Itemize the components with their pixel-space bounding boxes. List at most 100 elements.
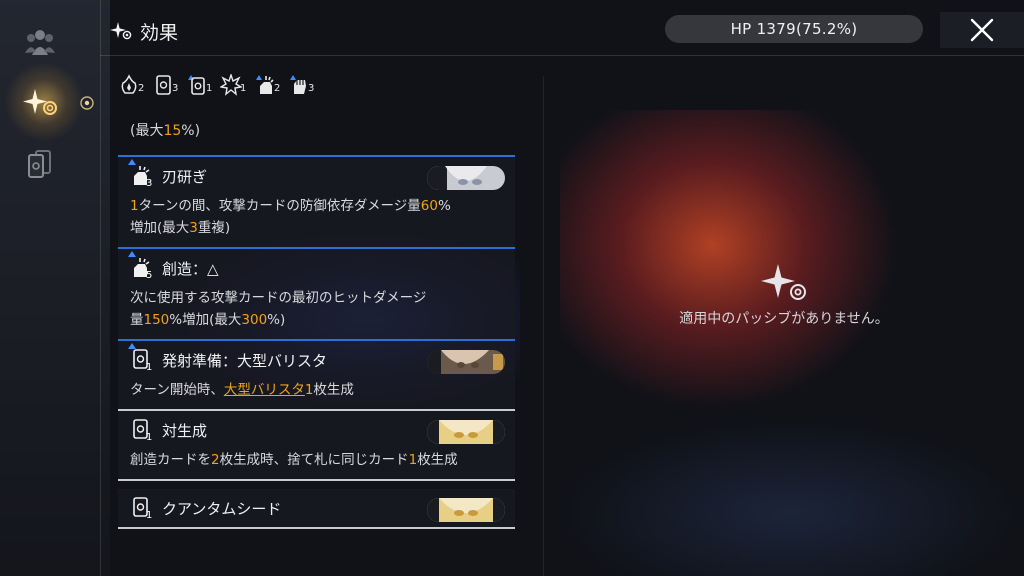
- character-portrait: [427, 350, 505, 374]
- effect-sparkle-icon: [110, 22, 132, 40]
- party-icon: [25, 30, 55, 55]
- card-header: 3 刃研ぎ: [118, 157, 515, 195]
- card-level: 3: [146, 178, 153, 189]
- summary-item[interactable]: 1: [220, 73, 250, 97]
- summary-count: 1: [240, 83, 247, 94]
- rail-divider: [100, 0, 101, 576]
- effect-card[interactable]: 1 対生成 創造カードを2枚生成時、捨て札に同じカード1枚生成: [118, 411, 515, 481]
- card-header: 1 発射準備：大型バリスタ: [118, 341, 515, 379]
- rail-party-button[interactable]: [14, 22, 66, 62]
- card-header: 1 クアンタムシード: [118, 489, 515, 527]
- passive-empty-state: 適用中のパッシブがありません。: [544, 260, 1024, 328]
- hp-status: HP 1379(75.2%): [665, 15, 923, 43]
- card-type-icon: 3: [128, 159, 154, 189]
- summary-count: 3: [172, 83, 179, 94]
- side-rail: [0, 0, 94, 576]
- desc-text: %: [437, 198, 451, 214]
- desc-text: ターン開始時、: [130, 382, 224, 398]
- card-type-icon: 1: [130, 418, 154, 443]
- effect-card[interactable]: 1 クアンタムシード: [118, 489, 515, 529]
- summary-count: 1: [206, 83, 213, 94]
- desc-line: 創造カードを2枚生成時、捨て札に同じカード1枚生成: [130, 449, 503, 471]
- card-description: ターン開始時、大型バリスタ1枚生成: [118, 379, 515, 409]
- desc-text: %): [267, 312, 286, 328]
- effect-summary-row: 2 3 1 1 2 3: [118, 72, 318, 98]
- desc-text: %): [181, 123, 201, 139]
- brown-hair-character-image: [427, 350, 505, 374]
- hp-text: HP 1379(75.2%): [730, 20, 858, 38]
- desc-text: 量: [130, 312, 144, 328]
- desc-text: 増加(最大: [130, 220, 190, 236]
- empty-state-text: 適用中のパッシブがありません。: [679, 311, 889, 327]
- desc-line: 1ターンの間、攻撃カードの防御依存ダメージ量60%: [130, 195, 503, 217]
- effect-card[interactable]: 5 創造：△ 次に使用する攻撃カードの最初のヒットダメージ 量150%増加(最大3…: [118, 249, 515, 341]
- card-level: 1: [146, 510, 153, 521]
- card-up-icon: [188, 75, 205, 95]
- desc-line: 増加(最大3重複): [130, 217, 503, 239]
- desc-line: 量150%増加(最大300%): [130, 309, 503, 331]
- upgrade-arrow-icon: [128, 159, 136, 165]
- desc-number: 300: [241, 312, 268, 328]
- fist-up-icon: [290, 75, 306, 94]
- desc-number: 1: [408, 452, 418, 468]
- effects-list[interactable]: (最大15%) 3 刃研ぎ 1ターンの間、攻撃カードの防御依存ダメージ量60% …: [118, 100, 515, 576]
- card-header: 1 対生成: [118, 411, 515, 449]
- desc-number: 2: [211, 452, 220, 468]
- card-link[interactable]: 大型バリスタ: [224, 382, 305, 398]
- summary-item[interactable]: 2: [254, 73, 284, 97]
- desc-text: %増加(最大: [169, 312, 242, 328]
- summary-count: 3: [308, 83, 315, 94]
- burst-icon: [220, 74, 242, 96]
- rail-deck-button[interactable]: [14, 144, 66, 184]
- card-icon: [156, 75, 171, 95]
- card-description: (最大15%): [130, 120, 200, 140]
- summary-item[interactable]: 3: [288, 73, 318, 97]
- desc-text: (最大: [130, 123, 164, 139]
- desc-number: 60: [420, 198, 438, 214]
- desc-text: 創造カードを: [130, 452, 211, 468]
- card-deck-icon: [28, 150, 51, 178]
- close-icon: [970, 18, 994, 42]
- flame-icon: [121, 74, 137, 94]
- sharpen-icon: [256, 75, 274, 94]
- desc-number: 3: [189, 220, 198, 236]
- card-type-icon: 1: [128, 343, 154, 373]
- desc-number: 1: [130, 198, 139, 214]
- desc-number: 15: [163, 123, 182, 139]
- desc-line: 次に使用する攻撃カードの最初のヒットダメージ: [130, 287, 503, 309]
- card-type-icon: 1: [130, 496, 154, 521]
- desc-text: 枚生成時、捨て札に同じカード: [219, 452, 409, 468]
- background-bottom-glow: [560, 420, 1020, 576]
- card-name: クアンタムシード: [162, 499, 282, 518]
- rail-effects-button[interactable]: [4, 62, 84, 142]
- effect-card[interactable]: 1 発射準備：大型バリスタ ターン開始時、大型バリスタ1枚生成: [118, 341, 515, 411]
- character-portrait: [427, 166, 505, 190]
- card-level: 5: [146, 270, 153, 281]
- character-portrait: [427, 420, 505, 444]
- upgrade-arrow-icon: [128, 343, 136, 349]
- card-name: 刃研ぎ: [162, 167, 208, 186]
- summary-item[interactable]: 1: [186, 73, 216, 97]
- selected-indicator-icon: [80, 96, 94, 110]
- header-divider: [100, 55, 1024, 56]
- card-level: 1: [146, 362, 153, 373]
- desc-text: ターンの間、攻撃カードの防御依存ダメージ量: [138, 198, 421, 214]
- card-type-icon: 5: [128, 251, 154, 281]
- page-title: 効果: [110, 18, 178, 44]
- character-portrait: [427, 498, 505, 522]
- summary-item[interactable]: 2: [118, 73, 148, 97]
- upgrade-arrow-icon: [128, 251, 136, 257]
- effect-card[interactable]: 3 刃研ぎ 1ターンの間、攻撃カードの防御依存ダメージ量60% 増加(最大3重複): [118, 157, 515, 249]
- desc-number: 150: [143, 312, 170, 328]
- summary-item[interactable]: 3: [152, 73, 182, 97]
- desc-text: 枚生成: [417, 452, 458, 468]
- card-level: 1: [146, 432, 153, 443]
- blonde-character-image: [427, 498, 505, 522]
- blonde-character-image: [427, 420, 505, 444]
- close-button[interactable]: [940, 12, 1024, 48]
- summary-count: 2: [274, 83, 281, 94]
- card-name: 発射準備：大型バリスタ: [162, 351, 328, 370]
- desc-text: 枚生成: [313, 382, 354, 398]
- silver-hair-character-image: [427, 166, 505, 190]
- page-title-text: 効果: [140, 21, 179, 44]
